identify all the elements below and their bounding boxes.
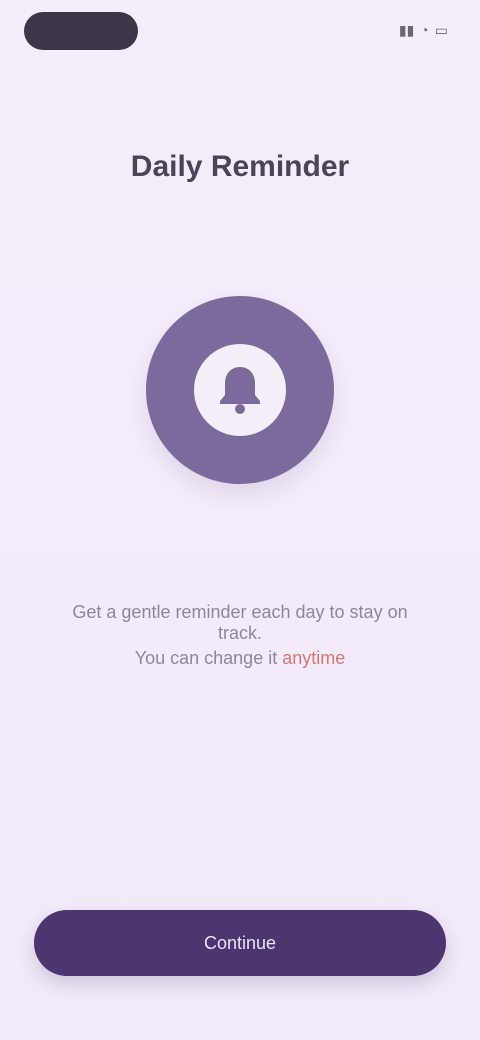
description-line-2-main: You can change it [134, 648, 283, 668]
url-bar[interactable] [28, 74, 452, 110]
bell-icon [220, 367, 260, 414]
status-pill [24, 12, 138, 50]
description-line-2: You can change it anytime [118, 648, 362, 669]
continue-button[interactable]: Continue [34, 910, 446, 976]
app-screen: ▮▮ ◔ ▭ Daily Reminder Get a gentle remin… [0, 0, 480, 1040]
description-line-1: Get a gentle reminder each day to stay o… [72, 602, 408, 643]
description-line-2-accent: anytime [282, 648, 346, 668]
url-text[interactable] [28, 83, 418, 101]
status-icons: ▮▮ ◔ ▭ [399, 22, 448, 39]
bell-inner [194, 344, 286, 436]
signal-icon: ▮▮ [398, 22, 415, 38]
bell-ring [146, 296, 334, 484]
battery-icon: ▭ [434, 22, 448, 38]
wifi-icon: ◔ [420, 22, 429, 38]
page-title: Daily Reminder [130, 150, 350, 183]
continue-button-label: Continue [203, 932, 277, 953]
status-bar: ▮▮ ◔ ▭ [24, 12, 456, 52]
